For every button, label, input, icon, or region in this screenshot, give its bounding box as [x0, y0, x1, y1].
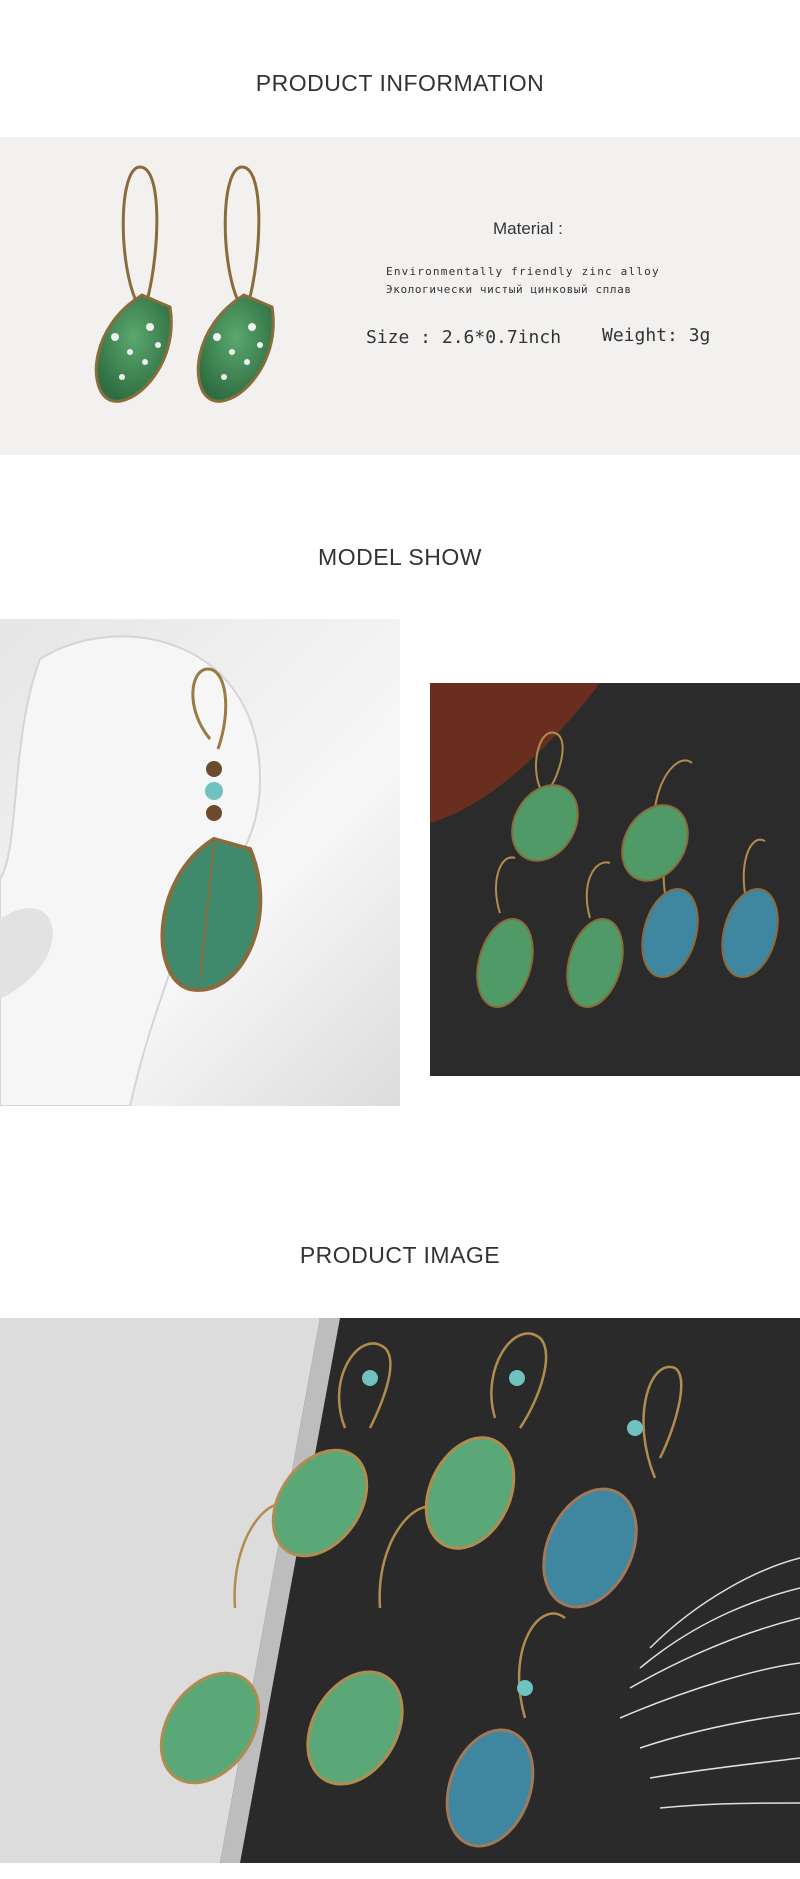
size-spec: Size : 2.6*0.7inch [366, 327, 562, 348]
section-title-model-show: MODEL SHOW [318, 544, 482, 570]
material-label: Material : [493, 219, 563, 238]
material-description-ru: Экологически чистый цинковый сплав [386, 283, 632, 296]
section-title-product-information: PRODUCT INFORMATION [255, 70, 545, 96]
earring-pair-image [94, 165, 275, 403]
earrings-flatlay-photo [430, 683, 800, 1076]
leaf-earring-left [94, 165, 173, 403]
weight-spec: Weight: 3g [602, 325, 711, 346]
section-title-product-image: PRODUCT IMAGE [299, 1242, 501, 1268]
material-description-en: Environmentally friendly zinc alloy [386, 265, 660, 278]
leaf-earring-right [196, 165, 275, 403]
product-earrings-photo [0, 1318, 800, 1863]
model-ear-photo [0, 619, 400, 1106]
product-info-panel: Material : Environmentally friendly zinc… [0, 137, 800, 455]
